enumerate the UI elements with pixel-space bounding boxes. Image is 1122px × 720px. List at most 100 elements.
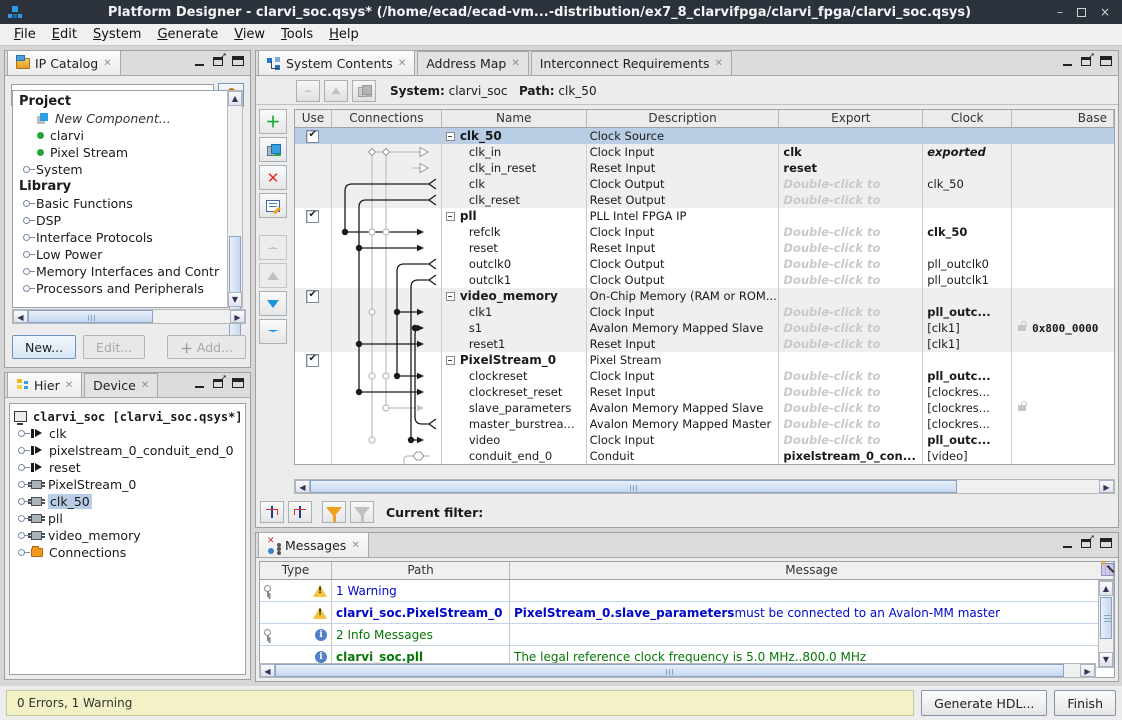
tree-handle-icon[interactable] [23,285,30,292]
export-cell[interactable]: Double-click to [779,320,923,336]
column-header-connections[interactable]: Connections [332,110,442,127]
tree-item[interactable]: Processors and Peripherals [13,280,229,297]
export-cell[interactable] [779,208,923,224]
name-cell[interactable]: slave_parameters [442,400,587,416]
close-tab-icon[interactable]: ✕ [351,540,359,551]
message-row[interactable]: 1 Warning [260,580,1114,602]
base-cell[interactable] [1012,256,1114,272]
hier-item[interactable]: pixelstream_0_conduit_end_0 [14,442,245,459]
tab-address-map[interactable]: Address Map ✕ [417,51,529,75]
base-cell[interactable]: 0x800_0000 [1012,320,1114,336]
clock-cell[interactable] [923,352,1012,368]
export-cell[interactable]: Double-click to [779,240,923,256]
tree-handle-icon[interactable] [23,217,30,224]
panel-minimize-icon[interactable] [195,386,204,388]
name-cell[interactable]: clk_reset [442,192,587,208]
export-cell[interactable]: Double-click to [779,432,923,448]
menu-item-edit[interactable]: Edit [44,25,85,44]
name-cell[interactable]: PixelStream_0 [442,352,587,368]
expand-toggle-icon[interactable] [264,585,273,597]
panel-float-icon[interactable] [213,57,223,66]
panel-float-icon[interactable] [1081,539,1091,548]
panel-maximize-icon[interactable] [232,56,244,66]
tab-system-contents[interactable]: System Contents ✕ [258,50,415,75]
lock-icon[interactable] [1018,405,1026,411]
finish-button[interactable]: Finish [1054,690,1116,716]
base-cell[interactable] [1012,416,1114,432]
use-checkbox[interactable] [306,354,319,367]
system-table-hscrollbar[interactable]: ◀▶ [294,479,1115,494]
clock-cell[interactable]: pll_outc... [923,368,1012,384]
tree-handle-icon[interactable] [18,532,25,539]
name-cell[interactable]: clockreset [442,368,587,384]
tree-handle-icon[interactable] [23,166,30,173]
tree-item[interactable]: Low Power [13,246,229,263]
generate-hdl-button[interactable]: Generate HDL... [921,690,1047,716]
name-cell[interactable]: s1 [442,320,587,336]
name-cell[interactable]: clk_50 [442,128,587,144]
export-cell[interactable]: pixelstream_0_con... [779,448,923,464]
tree-handle-icon[interactable] [18,464,25,471]
base-cell[interactable] [1012,384,1114,400]
move-to-top-button[interactable] [259,235,287,260]
show-exports-button[interactable] [288,501,312,523]
export-cell[interactable]: clk [779,144,923,160]
base-cell[interactable] [1012,160,1114,176]
message-row[interactable]: i2 Info Messages [260,624,1114,646]
expand-toggle-icon[interactable] [264,629,273,641]
panel-maximize-icon[interactable] [1100,56,1112,66]
name-cell[interactable]: refclk [442,224,587,240]
menu-item-generate[interactable]: Generate [149,25,226,44]
sort-icon[interactable] [1101,563,1114,579]
base-cell[interactable] [1012,208,1114,224]
base-cell[interactable] [1012,240,1114,256]
clock-cell[interactable]: pll_outclk1 [923,272,1012,288]
panel-maximize-icon[interactable] [232,378,244,388]
column-header-use[interactable]: Use [295,110,332,127]
show-clock-domains-button[interactable] [260,501,284,523]
edit-component-button[interactable] [259,193,287,218]
edit-button[interactable]: Edit... [83,335,145,359]
close-tab-icon[interactable]: ✕ [103,58,111,69]
move-down-arrow-button[interactable] [259,291,287,316]
column-header-type[interactable]: Type [260,562,332,579]
export-cell[interactable] [779,288,923,304]
clock-cell[interactable]: [video] [923,448,1012,464]
panel-minimize-icon[interactable] [1063,546,1072,548]
tab-messages[interactable]: Messages ✕ [258,532,369,557]
close-tab-icon[interactable]: ✕ [398,58,406,69]
add-component-button[interactable]: ＋ [259,109,287,134]
clock-cell[interactable] [923,208,1012,224]
base-cell[interactable] [1012,400,1114,416]
name-cell[interactable]: video [442,432,587,448]
use-checkbox[interactable] [306,130,319,143]
move-up-arrow-button[interactable] [259,263,287,288]
clear-filter-button[interactable] [350,501,374,523]
name-cell[interactable]: clk [442,176,587,192]
tree-handle-icon[interactable] [18,430,25,437]
tree-handle-icon[interactable] [23,200,30,207]
export-cell[interactable] [779,128,923,144]
base-cell[interactable] [1012,304,1114,320]
base-cell[interactable] [1012,128,1114,144]
collapse-icon[interactable] [446,212,455,221]
tab-interconnect-requirements[interactable]: Interconnect Requirements ✕ [531,51,732,75]
messages-hscrollbar[interactable]: ◀▶ [259,663,1096,678]
tree-handle-icon[interactable] [23,251,30,258]
clock-cell[interactable]: [clk1] [923,336,1012,352]
ip-tree-hscrollbar[interactable]: ◀▶ [12,309,246,324]
tab-ip-catalog[interactable]: IP Catalog ✕ [7,50,121,75]
tree-item[interactable]: clarvi [13,127,229,144]
remove-button[interactable]: ✕ [259,165,287,190]
close-tab-icon[interactable]: ✕ [715,58,723,69]
export-cell[interactable]: Double-click to [779,416,923,432]
menu-item-system[interactable]: System [85,25,150,44]
name-cell[interactable]: reset [442,240,587,256]
name-cell[interactable]: clockreset_reset [442,384,587,400]
move-top-button[interactable] [296,80,320,102]
export-cell[interactable]: Double-click to [779,224,923,240]
component-button[interactable] [352,80,376,102]
base-cell[interactable] [1012,448,1114,464]
use-checkbox[interactable] [306,210,319,223]
hier-item[interactable]: PixelStream_0 [14,476,245,493]
